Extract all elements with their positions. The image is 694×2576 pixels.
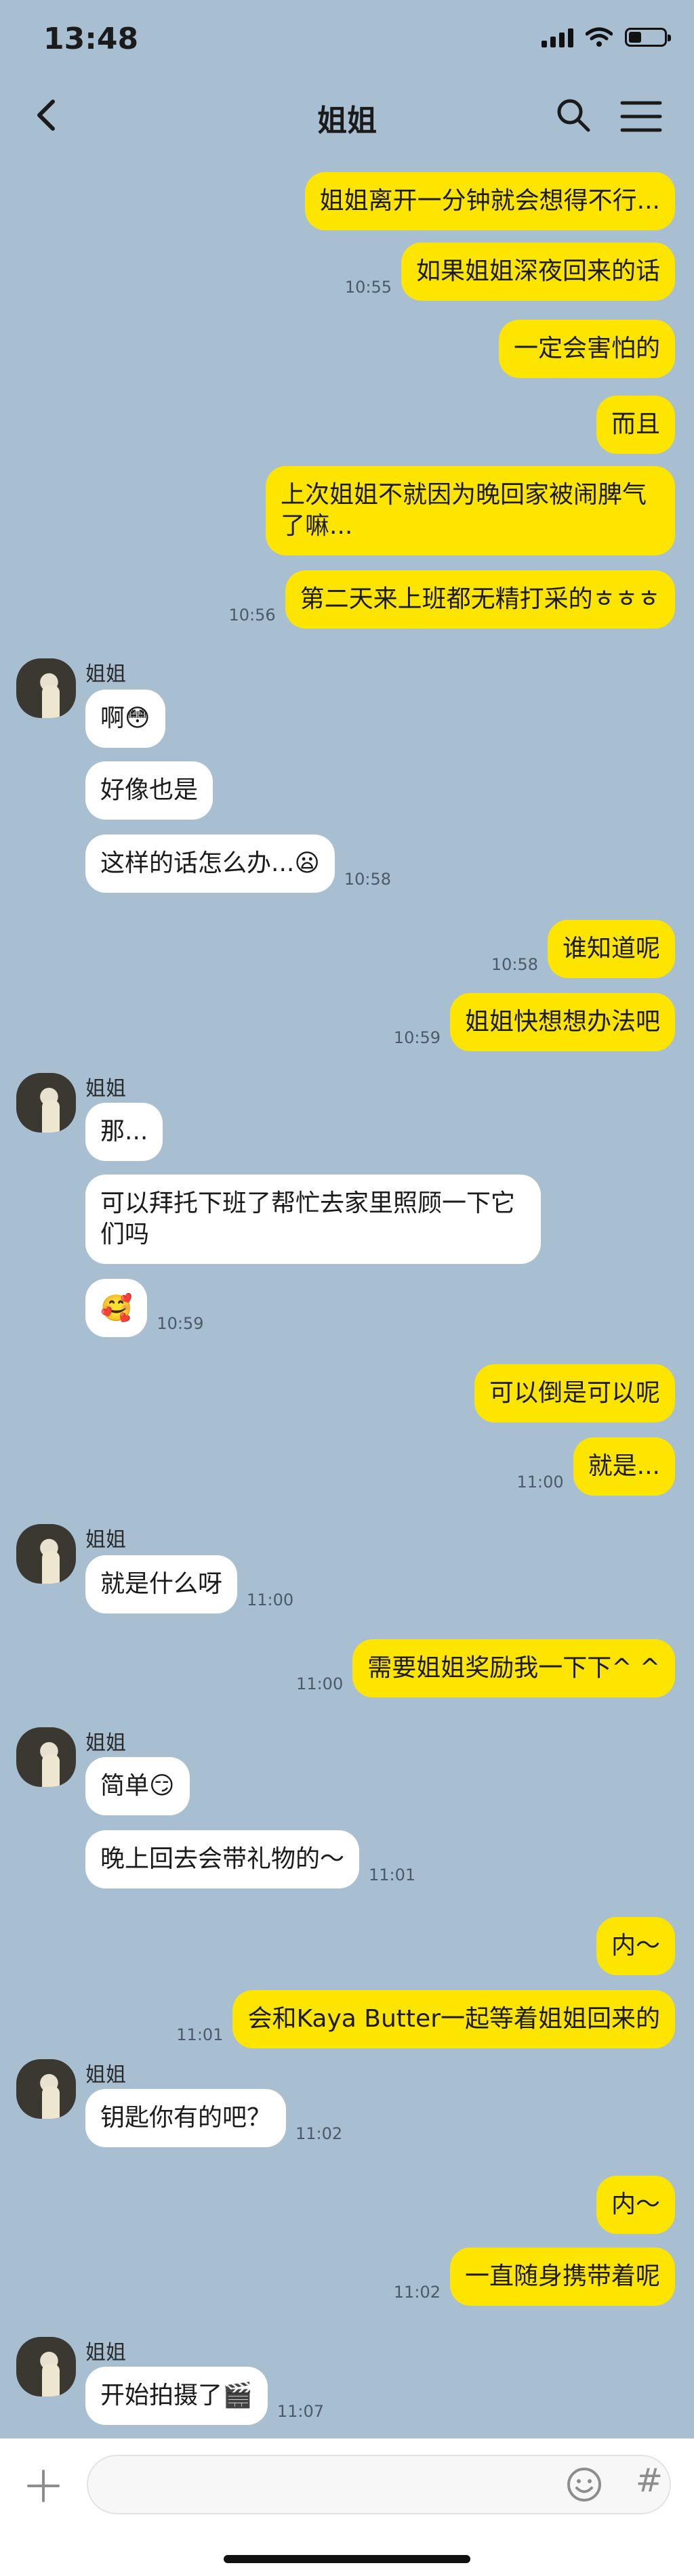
avatar[interactable] bbox=[16, 2059, 76, 2119]
message-time: 11:07 bbox=[277, 2402, 324, 2421]
status-bar: 13:48 bbox=[0, 0, 694, 75]
home-indicator bbox=[224, 2555, 470, 2563]
outgoing-message-bubble[interactable]: 一直随身携带着呢 bbox=[449, 2247, 675, 2306]
message-time: 10:59 bbox=[157, 1314, 204, 1333]
outgoing-message-bubble[interactable]: 如果姐姐深夜回来的话 bbox=[401, 242, 675, 301]
message-time: 11:02 bbox=[393, 2283, 441, 2302]
sender-name: 姐姐 bbox=[85, 1077, 126, 1101]
message-row-outgoing: 而且 bbox=[596, 396, 675, 454]
message-time: 10:58 bbox=[344, 870, 392, 889]
avatar[interactable] bbox=[16, 1073, 76, 1133]
message-row-incoming: 那... bbox=[85, 1103, 163, 1161]
outgoing-message-bubble[interactable]: 内～ bbox=[596, 2176, 675, 2234]
message-time: 11:01 bbox=[176, 2025, 224, 2044]
outgoing-message-bubble[interactable]: 谁知道呢 bbox=[547, 920, 675, 978]
incoming-message-bubble[interactable]: 可以拜托下班了帮忙去家里照顾一下它们吗 bbox=[85, 1175, 541, 1264]
plus-button[interactable] bbox=[23, 2466, 64, 2506]
avatar[interactable] bbox=[16, 1524, 76, 1584]
outgoing-message-bubble[interactable]: 第二天来上班都无精打采的ㅎㅎㅎ bbox=[285, 570, 675, 629]
message-time: 10:59 bbox=[393, 1028, 441, 1047]
message-row-outgoing: 姐姐快想想办法吧 10:59 bbox=[384, 993, 675, 1051]
avatar[interactable] bbox=[16, 1727, 76, 1787]
message-row-outgoing: 姐姐离开一分钟就会想得不行... bbox=[304, 172, 675, 230]
message-row-outgoing: 谁知道呢 10:58 bbox=[482, 920, 675, 978]
incoming-message-bubble[interactable]: 钥匙你有的吧？ bbox=[85, 2089, 287, 2147]
outgoing-message-bubble[interactable]: 可以倒是可以呢 bbox=[474, 1364, 675, 1422]
message-time: 11:00 bbox=[516, 1473, 564, 1492]
incoming-message-bubble[interactable]: 开始拍摄了🎬 bbox=[85, 2367, 268, 2425]
message-row-incoming: 晚上回去会带礼物的～ 11:01 bbox=[85, 1830, 425, 1888]
avatar[interactable] bbox=[16, 2337, 76, 2396]
message-time: 10:55 bbox=[344, 278, 392, 297]
message-row-outgoing: 内～ bbox=[596, 1917, 675, 1975]
message-time: 11:00 bbox=[247, 1590, 294, 1609]
status-time: 13:48 bbox=[43, 22, 139, 56]
cellular-signal-icon bbox=[542, 27, 573, 47]
battery-level bbox=[629, 32, 641, 43]
message-row-outgoing: 第二天来上班都无精打采的ㅎㅎㅎ 10:56 bbox=[219, 570, 675, 629]
outgoing-message-bubble[interactable]: 一定会害怕的 bbox=[498, 320, 675, 378]
menu-button[interactable] bbox=[619, 99, 663, 134]
sender-name: 姐姐 bbox=[85, 1528, 126, 1552]
incoming-message-bubble[interactable]: 就是什么呀 bbox=[85, 1555, 238, 1613]
message-row-incoming: 钥匙你有的吧？ 11:02 bbox=[85, 2089, 352, 2147]
sender-name: 姐姐 bbox=[85, 1731, 126, 1755]
outgoing-message-bubble[interactable]: 内～ bbox=[596, 1917, 675, 1975]
outgoing-message-bubble[interactable]: 姐姐快想想办法吧 bbox=[449, 993, 675, 1051]
message-row-outgoing: 一直随身携带着呢 11:02 bbox=[384, 2247, 675, 2306]
outgoing-message-bubble[interactable]: 上次姐姐不就因为晚回家被闹脾气了嘛... bbox=[266, 466, 675, 555]
message-row-outgoing: 如果姐姐深夜回来的话 10:55 bbox=[335, 242, 675, 301]
message-row-incoming: 开始拍摄了🎬 11:07 bbox=[85, 2367, 333, 2425]
message-row-outgoing: 就是... 11:00 bbox=[507, 1437, 675, 1496]
incoming-message-bubble[interactable]: 简单😏 bbox=[85, 1757, 190, 1815]
message-time: 10:56 bbox=[228, 606, 276, 625]
message-row-incoming: 简单😏 bbox=[85, 1757, 190, 1815]
message-row-outgoing: 内～ bbox=[596, 2176, 675, 2234]
wifi-icon bbox=[586, 27, 613, 47]
search-button[interactable] bbox=[554, 96, 592, 134]
message-row-outgoing: 一定会害怕的 bbox=[498, 320, 675, 378]
sender-name: 姐姐 bbox=[85, 2341, 126, 2365]
message-row-incoming: 啊😳 bbox=[85, 690, 165, 748]
message-time: 11:01 bbox=[369, 1865, 416, 1884]
hashtag-search-button[interactable]: # bbox=[636, 2462, 663, 2499]
incoming-message-bubble[interactable]: 那... bbox=[85, 1103, 163, 1161]
avatar[interactable] bbox=[16, 658, 76, 718]
message-time: 11:02 bbox=[295, 2124, 343, 2143]
outgoing-message-bubble[interactable]: 需要姐姐奖励我一下下^ ^ bbox=[352, 1639, 675, 1697]
message-row-incoming: 可以拜托下班了帮忙去家里照顾一下它们吗 bbox=[85, 1175, 541, 1264]
message-time: 10:58 bbox=[491, 955, 538, 974]
outgoing-message-bubble[interactable]: 会和Kaya Butter一起等着姐姐回来的 bbox=[232, 1990, 675, 2048]
message-row-incoming: 这样的话怎么办...😦 10:58 bbox=[85, 835, 401, 893]
message-row-incoming: 🥰 10:59 bbox=[85, 1279, 213, 1337]
emoji-button[interactable] bbox=[565, 2466, 603, 2504]
status-icons bbox=[542, 27, 671, 47]
message-row-incoming: 就是什么呀 11:00 bbox=[85, 1555, 303, 1613]
incoming-message-bubble[interactable]: 🥰 bbox=[85, 1279, 148, 1337]
message-row-outgoing: 需要姐姐奖励我一下下^ ^ 11:00 bbox=[287, 1639, 675, 1697]
chat-header: 姐姐 bbox=[0, 75, 694, 156]
outgoing-message-bubble[interactable]: 而且 bbox=[596, 396, 675, 454]
message-row-outgoing: 会和Kaya Butter一起等着姐姐回来的 11:01 bbox=[167, 1990, 675, 2048]
incoming-message-bubble[interactable]: 晚上回去会带礼物的～ bbox=[85, 1830, 360, 1888]
incoming-message-bubble[interactable]: 这样的话怎么办...😦 bbox=[85, 835, 335, 893]
incoming-message-bubble[interactable]: 啊😳 bbox=[85, 690, 165, 748]
message-row-incoming: 好像也是 bbox=[85, 761, 213, 820]
incoming-message-bubble[interactable]: 好像也是 bbox=[85, 761, 213, 820]
message-row-outgoing: 上次姐姐不就因为晚回家被闹脾气了嘛... bbox=[266, 466, 675, 555]
sender-name: 姐姐 bbox=[85, 2063, 126, 2087]
outgoing-message-bubble[interactable]: 姐姐离开一分钟就会想得不行... bbox=[304, 172, 675, 230]
outgoing-message-bubble[interactable]: 就是... bbox=[573, 1437, 675, 1496]
battery-icon bbox=[625, 28, 671, 47]
message-row-outgoing: 可以倒是可以呢 bbox=[474, 1364, 675, 1422]
message-time: 11:00 bbox=[296, 1674, 344, 1693]
sender-name: 姐姐 bbox=[85, 662, 126, 686]
